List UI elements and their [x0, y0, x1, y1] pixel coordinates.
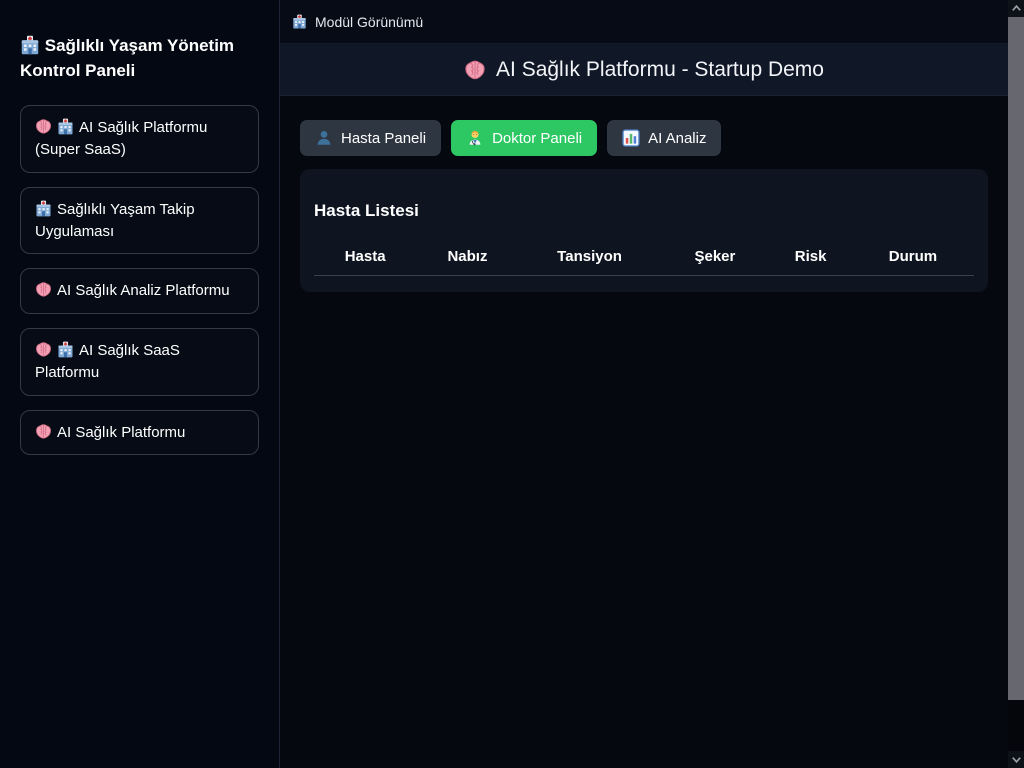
- main-area: Modül Görünümü AI Sağlık Platformu - Sta…: [280, 0, 1008, 768]
- column-header: Tansiyon: [519, 248, 661, 265]
- brain-icon: [35, 282, 52, 299]
- sidebar-item-label: AI Sağlık Analiz Platformu: [57, 282, 230, 299]
- sidebar-item-label: Sağlıklı Yaşam Takip Uygulaması: [35, 201, 195, 240]
- module-titlebar: AI Sağlık Platformu - Startup Demo: [280, 44, 1008, 96]
- scroll-down-button[interactable]: [1008, 751, 1024, 768]
- tabs-row: Hasta Paneli Doktor Paneli AI Analiz: [300, 120, 988, 156]
- tab-label: AI Analiz: [648, 130, 706, 147]
- module-view-header: Modül Görünümü: [280, 0, 1008, 44]
- sidebar-item[interactable]: AI Sağlık SaaS Platformu: [20, 328, 259, 396]
- sidebar-title-text: Sağlıklı Yaşam Yönetim Kontrol Paneli: [20, 36, 234, 80]
- tab-label: Hasta Paneli: [341, 130, 426, 147]
- hospital-icon: [57, 342, 74, 359]
- tab-doktor-paneli[interactable]: Doktor Paneli: [451, 120, 597, 156]
- hospital-icon: [292, 14, 307, 29]
- chevron-up-icon: [1010, 2, 1023, 15]
- brain-icon: [35, 119, 52, 136]
- column-header: Nabız: [416, 248, 518, 265]
- tab-ai-analiz[interactable]: AI Analiz: [607, 120, 721, 156]
- sidebar-item[interactable]: AI Sağlık Platformu: [20, 410, 259, 456]
- bar-chart-icon: [622, 129, 640, 147]
- brain-icon: [464, 59, 486, 81]
- column-header: Şeker: [660, 248, 769, 265]
- tab-hasta-paneli[interactable]: Hasta Paneli: [300, 120, 441, 156]
- patient-list-card: Hasta Listesi HastaNabızTansiyonŞekerRis…: [300, 169, 988, 292]
- app-window: Sağlıklı Yaşam Yönetim Kontrol Paneli AI…: [0, 0, 1024, 768]
- sidebar: Sağlıklı Yaşam Yönetim Kontrol Paneli AI…: [0, 0, 280, 768]
- doctor-icon: [466, 129, 484, 147]
- tab-label: Doktor Paneli: [492, 130, 582, 147]
- module-view-label: Modül Görünümü: [315, 14, 423, 30]
- hospital-icon: [20, 36, 40, 55]
- scrollbar-thumb[interactable]: [1008, 17, 1024, 700]
- hospital-icon: [57, 119, 74, 136]
- hospital-icon: [35, 201, 52, 218]
- user-icon: [315, 129, 333, 147]
- chevron-down-icon: [1010, 753, 1023, 766]
- sidebar-item-label: AI Sağlık Platformu: [57, 424, 185, 441]
- sidebar-menu: AI Sağlık Platformu (Super SaaS) Sağlıkl…: [20, 105, 259, 455]
- sidebar-title: Sağlıklı Yaşam Yönetim Kontrol Paneli: [20, 34, 259, 83]
- brain-icon: [35, 342, 52, 359]
- column-header: Risk: [769, 248, 852, 265]
- sidebar-item[interactable]: AI Sağlık Platformu (Super SaaS): [20, 105, 259, 173]
- module-content: Hasta Paneli Doktor Paneli AI Analiz: [280, 96, 1008, 768]
- patient-list-title: Hasta Listesi: [314, 201, 974, 221]
- patient-table-header: HastaNabızTansiyonŞekerRiskDurum: [314, 248, 974, 276]
- column-header: Hasta: [314, 248, 416, 265]
- module-title: AI Sağlık Platformu - Startup Demo: [496, 58, 824, 82]
- brain-icon: [35, 424, 52, 441]
- vertical-scrollbar[interactable]: [1008, 0, 1024, 768]
- sidebar-item[interactable]: AI Sağlık Analiz Platformu: [20, 268, 259, 314]
- sidebar-item[interactable]: Sağlıklı Yaşam Takip Uygulaması: [20, 187, 259, 255]
- column-header: Durum: [852, 248, 974, 265]
- scroll-up-button[interactable]: [1008, 0, 1024, 17]
